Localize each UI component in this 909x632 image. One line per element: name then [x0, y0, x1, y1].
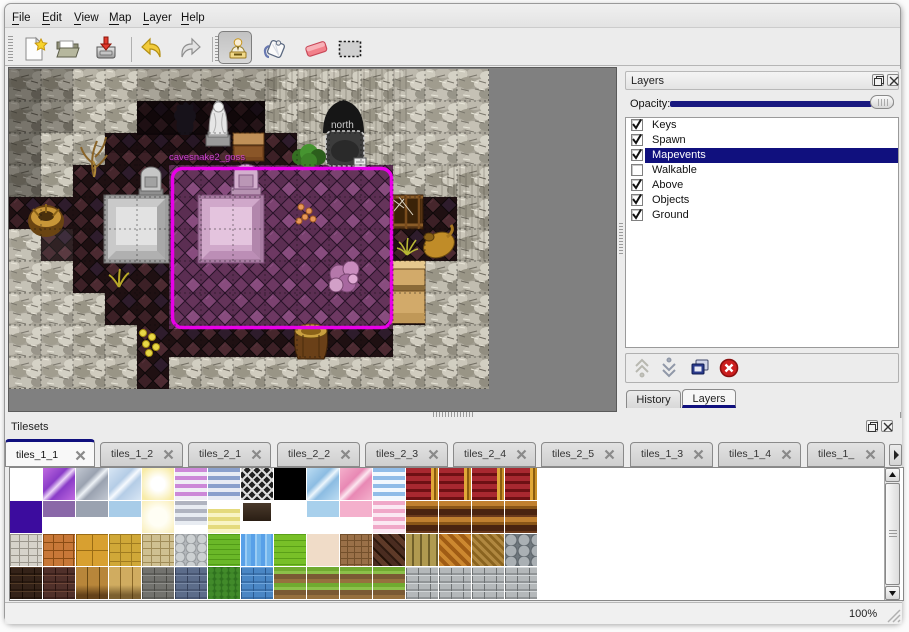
svg-text:cavesnake2_goss: cavesnake2_goss [169, 152, 245, 163]
svg-text:north: north [331, 120, 354, 131]
